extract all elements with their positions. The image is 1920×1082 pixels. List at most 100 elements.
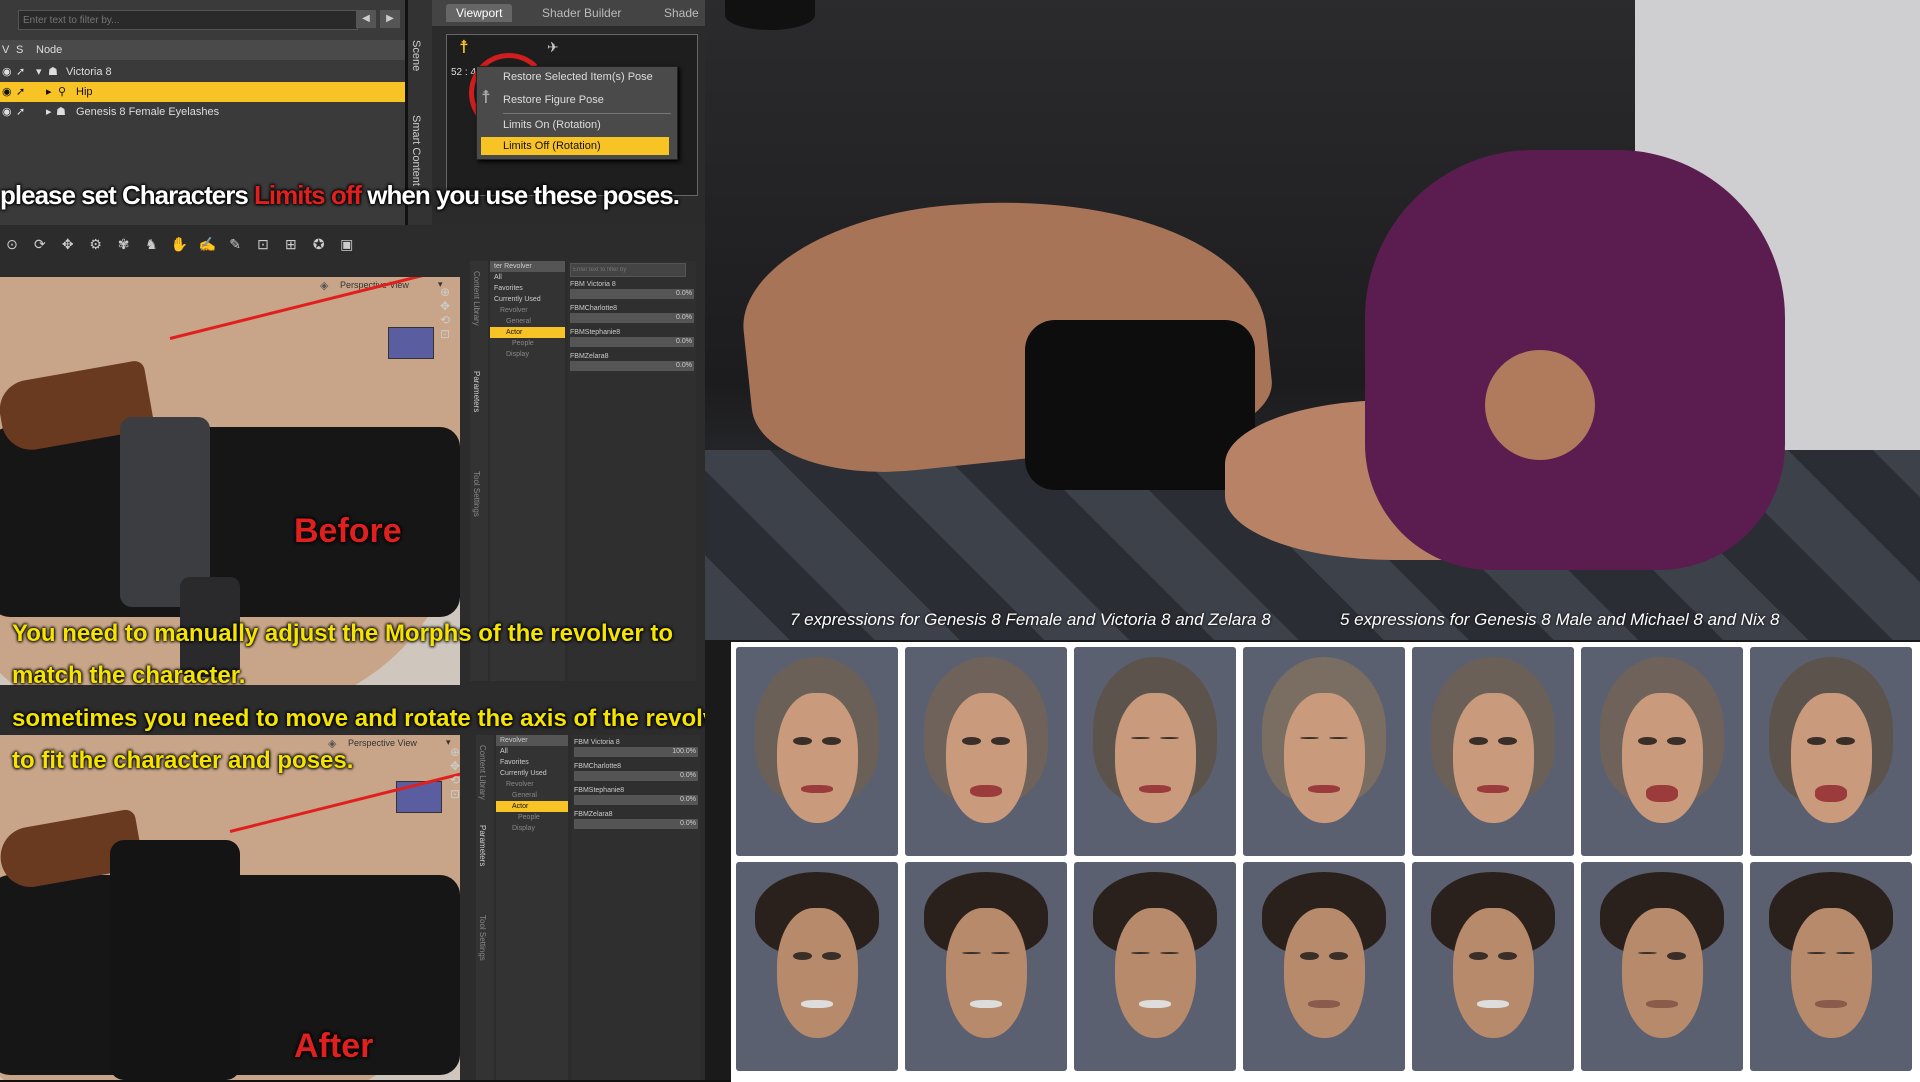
morph-label: FBMZelara8 [574, 811, 613, 818]
morph-slider[interactable]: 0.0% [570, 361, 694, 371]
tree-row-eyelashes[interactable]: ◉ ➚ ▸ ☗ Genesis 8 Female Eyelashes [0, 102, 405, 122]
param-tree-people[interactable]: People [496, 812, 568, 823]
tab-shader-builder[interactable]: Shader Builder [542, 6, 621, 20]
expand-icon[interactable]: ▾ [36, 62, 42, 82]
move-icon[interactable]: ✥ [59, 235, 77, 253]
tab-tool-settings[interactable]: Tool Settings [472, 471, 481, 517]
camera-icon[interactable]: ▣ [338, 235, 356, 253]
hand-icon[interactable]: ✋ [170, 235, 188, 253]
tree-row-victoria[interactable]: ◉ ➚ ▾ ☗ Victoria 8 [0, 62, 405, 82]
node-icon[interactable]: ⊞ [282, 235, 300, 253]
frame-icon[interactable]: ⊡ [450, 787, 470, 801]
morph-value[interactable]: 0.0% [676, 314, 692, 321]
morph-slider[interactable]: 0.0% [574, 819, 698, 829]
morph-value[interactable]: 0.0% [676, 290, 692, 297]
select-icon[interactable]: ➚ [16, 62, 25, 82]
target-icon[interactable]: ⊙ [3, 235, 21, 253]
view-label-bar: ◈ Perspective View ▾ [320, 279, 450, 295]
spot-icon[interactable]: ✪ [310, 235, 328, 253]
after-3d-view[interactable]: ◈ Perspective View ▾ After [0, 735, 460, 1080]
tab-tool-settings[interactable]: Tool Settings [478, 915, 487, 961]
col-select[interactable]: S [16, 40, 23, 60]
morph-slider[interactable]: 0.0% [574, 795, 698, 805]
param-tree-display[interactable]: Display [490, 349, 565, 360]
universal-tool-icon[interactable]: ✈ [547, 39, 559, 56]
rotate-icon[interactable]: ⟳ [31, 235, 49, 253]
select-icon[interactable]: ➚ [16, 102, 25, 122]
expand-icon[interactable]: ▸ [46, 82, 52, 102]
view-label[interactable]: Perspective View [348, 738, 417, 748]
figure-tool-icon[interactable]: ♞ [142, 235, 160, 253]
expand-icon[interactable]: ▸ [46, 102, 52, 122]
param-tree-revolver[interactable]: Revolver [490, 305, 565, 316]
menu-item-restore-figure[interactable]: Restore Figure Pose [503, 94, 604, 106]
param-tree-favorites[interactable]: Favorites [490, 283, 565, 294]
col-node[interactable]: Node [36, 40, 62, 60]
param-tree-all[interactable]: All [490, 272, 565, 283]
param-tree-favorites[interactable]: Favorites [496, 757, 568, 768]
morph-icon[interactable]: ✍ [198, 235, 216, 253]
param-tree-general[interactable]: General [496, 790, 568, 801]
col-visible[interactable]: V [2, 40, 9, 60]
transform-icon[interactable]: ⚙ [87, 235, 105, 253]
tab-shader[interactable]: Shade [664, 6, 699, 20]
menu-item-limits-on[interactable]: Limits On (Rotation) [503, 119, 601, 131]
param-tree-all[interactable]: All [496, 746, 568, 757]
nav-forward-icon[interactable]: ▶ [380, 10, 400, 28]
nav-cube[interactable] [388, 327, 434, 359]
tab-smart-content[interactable]: Smart Content [410, 115, 422, 186]
param-tree-header[interactable]: Revolver [496, 735, 568, 746]
male-expression-thumb [736, 862, 898, 1071]
param-tree-header[interactable]: ter Revolver [490, 261, 565, 272]
view-menu-icon[interactable]: ◈ [320, 279, 328, 292]
morph-slider[interactable]: 0.0% [574, 771, 698, 781]
tree-row-label: Hip [76, 86, 93, 98]
morph-value[interactable]: 0.0% [680, 796, 696, 803]
morph-slider[interactable]: 100.0% [574, 747, 698, 757]
morph-value[interactable]: 100.0% [672, 748, 696, 755]
tab-viewport[interactable]: Viewport [446, 4, 513, 22]
param-tree-currently-used[interactable]: Currently Used [490, 294, 565, 305]
tab-content-library[interactable]: Content Library [478, 745, 487, 800]
frame-icon[interactable]: ⊡ [440, 327, 460, 341]
morph-slider[interactable]: 0.0% [570, 337, 694, 347]
scene-filter-input[interactable] [18, 10, 358, 30]
zoom-icon[interactable]: ⊕ [440, 285, 460, 299]
morph-value[interactable]: 0.0% [676, 362, 692, 369]
eye-icon[interactable]: ◉ [2, 82, 12, 102]
tree-row-hip[interactable]: ◉ ➚ ▸ ⚲ Hip [0, 82, 405, 102]
select-icon[interactable]: ➚ [16, 82, 25, 102]
eye-icon[interactable]: ◉ [2, 62, 12, 82]
tab-parameters[interactable]: Parameters [478, 825, 487, 866]
morph-value[interactable]: 0.0% [676, 338, 692, 345]
eye-icon[interactable]: ◉ [2, 102, 12, 122]
tab-parameters[interactable]: Parameters [472, 371, 481, 412]
morph-row: FBMStephanie8 0.0% [572, 787, 700, 805]
param-tree-actor[interactable]: Actor [496, 801, 568, 812]
param-tree-revolver[interactable]: Revolver [496, 779, 568, 790]
menu-item-limits-off[interactable]: Limits Off (Rotation) [481, 137, 669, 155]
morph-value[interactable]: 0.0% [680, 772, 696, 779]
param-tree-actor[interactable]: Actor [490, 327, 565, 338]
nav-back-icon[interactable]: ◀ [356, 10, 376, 28]
pan-icon[interactable]: ✥ [440, 299, 460, 313]
param-tree-people[interactable]: People [490, 338, 565, 349]
tab-scene[interactable]: Scene [410, 40, 422, 71]
menu-item-restore-selected[interactable]: Restore Selected Item(s) Pose [503, 71, 653, 83]
region-icon[interactable]: ⊡ [254, 235, 272, 253]
zoom-icon[interactable]: ⊕ [450, 745, 470, 759]
brush-icon[interactable]: ✎ [226, 235, 244, 253]
tab-content-library[interactable]: Content Library [472, 271, 481, 326]
pan-icon[interactable]: ✥ [450, 759, 470, 773]
param-filter-input[interactable] [570, 263, 686, 277]
param-tree-currently-used[interactable]: Currently Used [496, 768, 568, 779]
joint-icon[interactable]: ✾ [115, 235, 133, 253]
morph-slider[interactable]: 0.0% [570, 289, 694, 299]
morph-slider[interactable]: 0.0% [570, 313, 694, 323]
morph-value[interactable]: 0.0% [680, 820, 696, 827]
param-tree-display[interactable]: Display [496, 823, 568, 834]
pose-tool-icon[interactable]: ☨ [459, 37, 469, 58]
orbit-icon[interactable]: ⟲ [440, 313, 460, 327]
orbit-icon[interactable]: ⟲ [450, 773, 470, 787]
param-tree-general[interactable]: General [490, 316, 565, 327]
